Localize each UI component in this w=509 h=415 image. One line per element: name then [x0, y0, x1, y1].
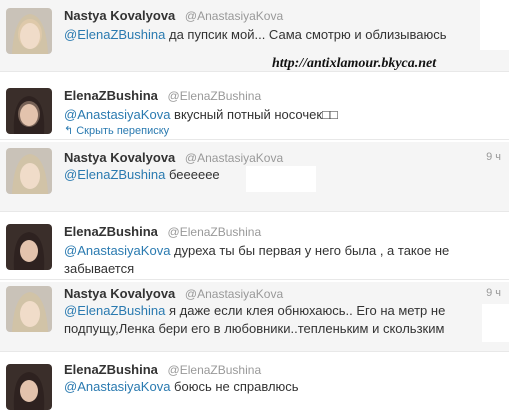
tweet-header: ElenaZBushina @ElenaZBushina: [64, 362, 261, 377]
tweet-header: ElenaZBushina @ElenaZBushina: [64, 224, 261, 239]
tweet-header: ElenaZBushina @ElenaZBushina: [64, 88, 261, 103]
tweet-timestamp[interactable]: 9 ч: [486, 287, 501, 299]
tweet-text: @ElenaZBushina беееееe: [64, 166, 220, 184]
tweet-body: боюсь не справлюсь: [170, 379, 299, 394]
tweet-body: я даже если клея обнюхаюсь.. Его на метр…: [165, 303, 446, 318]
mention-link[interactable]: @AnastasiyaKova: [64, 107, 170, 122]
avatar[interactable]: [6, 148, 52, 194]
tweet-body: дуреха ты бы первая у него была , а тако…: [170, 243, 450, 258]
white-mask: [480, 0, 509, 50]
avatar[interactable]: [6, 88, 52, 134]
tweet-text: @ElenaZBushina да пупсик мой... Сама смо…: [64, 26, 447, 44]
hide-conversation-label: Скрыть переписку: [76, 125, 170, 137]
tweet-header: Nastya Kovalyova @AnastasiyaKova: [64, 8, 283, 23]
tweet-body-line2: забывается: [64, 261, 135, 276]
tweet-body: вкусный потный носочек□□: [170, 107, 338, 122]
author-handle[interactable]: @ElenaZBushina: [168, 89, 262, 103]
reply-arrow-icon: ↰: [64, 125, 74, 137]
tweet-text: @AnastasiyaKova вкусный потный носочек□□: [64, 106, 338, 124]
mention-link[interactable]: @ElenaZBushina: [64, 303, 165, 318]
tweet-text: @ElenaZBushina я даже если клея обнюхаюс…: [64, 302, 484, 338]
hide-conversation-link[interactable]: ↰ Скрыть переписку: [64, 124, 169, 137]
mention-link[interactable]: @AnastasiyaKova: [64, 243, 170, 258]
author-name[interactable]: ElenaZBushina: [64, 88, 158, 103]
watermark-url: http://antixlamour.bkyca.net: [272, 56, 437, 71]
author-name[interactable]: Nastya Kovalyova: [64, 286, 175, 301]
tweet-header: Nastya Kovalyova @AnastasiyaKova: [64, 286, 283, 301]
white-mask: [482, 304, 509, 342]
author-handle[interactable]: @ElenaZBushina: [168, 225, 262, 239]
author-handle[interactable]: @AnastasiyaKova: [185, 287, 283, 301]
tweet-item[interactable]: Nastya Kovalyova @AnastasiyaKova 9 ч @El…: [0, 142, 509, 212]
tweet-text: @AnastasiyaKova боюсь не справлюсь: [64, 378, 299, 396]
tweet-body: беееееe: [165, 167, 220, 182]
mention-link[interactable]: @ElenaZBushina: [64, 27, 165, 42]
author-name[interactable]: ElenaZBushina: [64, 224, 158, 239]
author-name[interactable]: Nastya Kovalyova: [64, 150, 175, 165]
author-handle[interactable]: @AnastasiyaKova: [185, 151, 283, 165]
tweet-timestamp[interactable]: 9 ч: [486, 151, 501, 163]
tweet-item[interactable]: Nastya Kovalyova @AnastasiyaKova 9 ч @El…: [0, 282, 509, 352]
author-handle[interactable]: @AnastasiyaKova: [185, 9, 283, 23]
avatar[interactable]: [6, 286, 52, 332]
tweet-item[interactable]: ElenaZBushina @ElenaZBushina @Anastasiya…: [0, 78, 509, 140]
white-mask: [246, 166, 316, 192]
mention-link[interactable]: @AnastasiyaKova: [64, 379, 170, 394]
tweet-item[interactable]: ElenaZBushina @ElenaZBushina @Anastasiya…: [0, 216, 509, 280]
tweet-body-line2: подпущу,Ленка бери его в любовники..тепл…: [64, 321, 445, 336]
tweet-header: Nastya Kovalyova @AnastasiyaKova: [64, 150, 283, 165]
avatar[interactable]: [6, 8, 52, 54]
author-handle[interactable]: @ElenaZBushina: [168, 363, 262, 377]
tweet-text: @AnastasiyaKova дуреха ты бы первая у не…: [64, 242, 504, 278]
avatar[interactable]: [6, 224, 52, 270]
avatar[interactable]: [6, 364, 52, 410]
mention-link[interactable]: @ElenaZBushina: [64, 167, 165, 182]
tweet-body: да пупсик мой... Сама смотрю и облизываю…: [165, 27, 447, 42]
author-name[interactable]: Nastya Kovalyova: [64, 8, 175, 23]
author-name[interactable]: ElenaZBushina: [64, 362, 158, 377]
tweet-item[interactable]: ElenaZBushina @ElenaZBushina @Anastasiya…: [0, 356, 509, 415]
